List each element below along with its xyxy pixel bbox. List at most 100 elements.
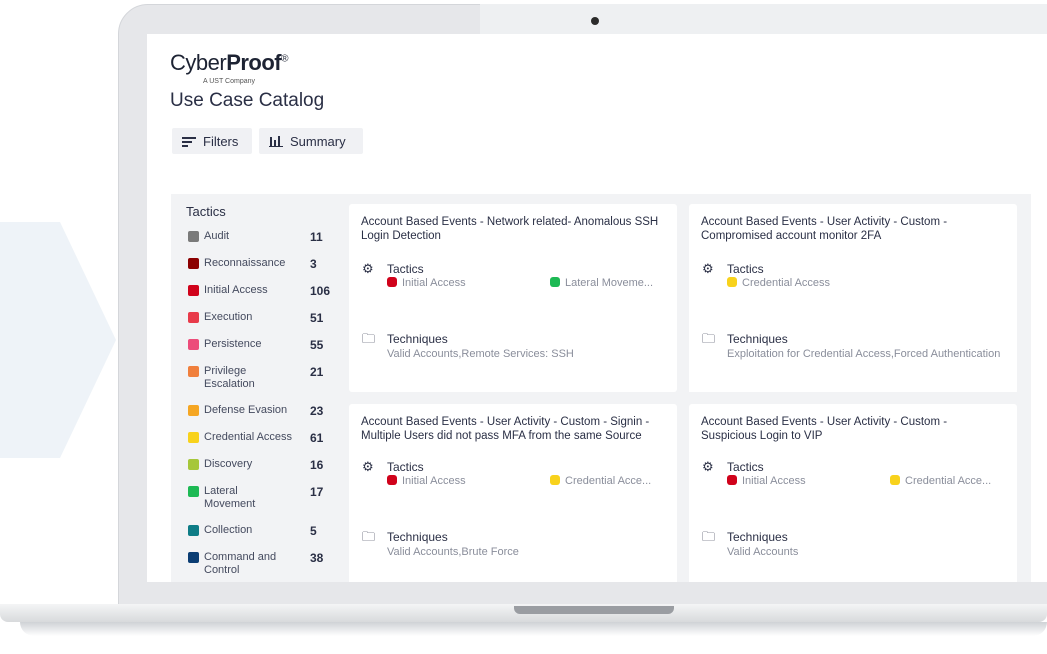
card-techniques-text: Exploitation for Credential Access,Force…	[727, 348, 1001, 360]
tactic-color-swatch	[188, 525, 199, 536]
use-case-card[interactable]: Account Based Events - User Activity - C…	[689, 404, 1017, 582]
tactic-tag: Initial Access	[727, 475, 806, 487]
tactic-label: Initial Access	[204, 284, 268, 296]
camera-icon	[591, 17, 599, 25]
use-case-card[interactable]: Account Based Events - User Activity - C…	[689, 204, 1017, 392]
use-case-card[interactable]: Account Based Events - User Activity - C…	[349, 404, 677, 582]
card-techniques-heading: Techniques	[387, 530, 448, 544]
tactic-label: Execution	[204, 311, 253, 323]
card-title: Account Based Events - User Activity - C…	[361, 416, 650, 442]
gear-icon: ⚙	[362, 459, 374, 474]
background-shape	[0, 222, 61, 458]
gear-icon: ⚙	[702, 459, 714, 474]
tactic-count: 3	[310, 257, 317, 271]
card-fade	[689, 378, 1017, 392]
tactic-label: Persistence	[204, 338, 262, 350]
card-techniques-text: Valid Accounts,Remote Services: SSH	[387, 348, 574, 360]
tag-color-dot	[550, 475, 560, 485]
tactic-color-swatch	[188, 486, 199, 497]
bar-chart-icon	[269, 135, 283, 147]
tactic-count: 51	[310, 311, 324, 325]
tactic-color-swatch	[188, 432, 199, 443]
tactic-count: 38	[310, 551, 324, 565]
tactic-color-swatch	[188, 258, 199, 269]
tactic-label: Lateral Movement	[204, 485, 256, 510]
background-arrow-tip	[60, 222, 116, 458]
card-title: Account Based Events - User Activity - C…	[701, 216, 948, 242]
tag-label: Credential Acce...	[905, 475, 992, 487]
tactic-count: 55	[310, 338, 324, 352]
brand-subtitle: A UST Company	[203, 78, 256, 85]
gear-icon: ⚙	[702, 261, 714, 276]
tactic-count: 61	[310, 431, 324, 445]
tag-label: Initial Access	[402, 475, 466, 487]
tactic-tag: Credential Access	[727, 277, 830, 289]
card-techniques-text: Valid Accounts	[727, 546, 799, 558]
tag-color-dot	[387, 475, 397, 485]
tactic-tag: Initial Access	[387, 277, 466, 289]
tactic-count: 23	[310, 404, 324, 418]
laptop-lid-highlight	[480, 4, 1047, 34]
tactic-color-swatch	[188, 552, 199, 563]
filters-button[interactable]: Filters	[172, 128, 252, 154]
tactic-color-swatch	[188, 312, 199, 323]
tactic-label: Discovery	[204, 458, 253, 470]
use-case-card[interactable]: Account Based Events - Network related- …	[349, 204, 677, 392]
summary-button[interactable]: Summary	[259, 128, 363, 154]
tactic-count: 17	[310, 485, 324, 499]
gear-icon: ⚙	[362, 261, 374, 276]
tactic-color-swatch	[188, 285, 199, 296]
laptop-screen: CyberProof® A UST Company Use Case Catal…	[147, 34, 1047, 582]
briefcase-icon: 🗀	[702, 529, 716, 544]
tactic-tag: Credential Acce...	[550, 475, 651, 487]
tactic-label: Audit	[204, 230, 230, 242]
tactic-count: 106	[310, 284, 331, 298]
card-techniques-heading: Techniques	[727, 530, 788, 544]
tactic-label: Command and Control	[204, 551, 277, 576]
briefcase-icon: 🗀	[702, 331, 716, 346]
tag-label: Initial Access	[742, 475, 806, 487]
tactic-color-swatch	[188, 339, 199, 350]
brand-name-bold: Proof	[226, 50, 282, 75]
tactic-color-swatch	[188, 459, 199, 470]
tag-label: Lateral Moveme...	[565, 277, 654, 289]
tactic-count: 11	[310, 230, 323, 244]
tactic-tag: Lateral Moveme...	[550, 277, 653, 289]
tag-color-dot	[727, 277, 737, 287]
card-tactics-heading: Tactics	[727, 460, 764, 474]
card-title: Account Based Events - Network related- …	[361, 216, 659, 242]
tag-color-dot	[387, 277, 397, 287]
brand-mark: ®	[281, 53, 289, 65]
tactic-count: 21	[310, 365, 324, 379]
briefcase-icon: 🗀	[362, 331, 376, 346]
tactic-label: Defense Evasion	[204, 404, 288, 416]
tag-color-dot	[727, 475, 737, 485]
card-techniques-heading: Techniques	[387, 332, 448, 346]
tactic-color-swatch	[188, 366, 199, 377]
tactics-panel-title: Tactics	[186, 204, 226, 219]
tag-label: Credential Acce...	[565, 475, 652, 487]
filters-button-label: Filters	[203, 133, 239, 149]
tag-label: Initial Access	[402, 277, 466, 289]
laptop-base-shadow	[20, 622, 1047, 636]
catalog-content: Tactics Audit 11 Reconnaissance 3 Initia…	[171, 194, 1031, 582]
tactic-tag: Credential Acce...	[890, 475, 991, 487]
tactic-label: Privilege Escalation	[204, 365, 255, 390]
card-tactics-heading: Tactics	[387, 262, 424, 276]
tactic-count: 16	[310, 458, 324, 472]
card-tactics-heading: Tactics	[727, 262, 764, 276]
tactic-count: 5	[310, 524, 317, 538]
card-title: Account Based Events - User Activity - C…	[701, 416, 948, 442]
card-tactics-heading: Tactics	[387, 460, 424, 474]
tactic-label: Reconnaissance	[204, 257, 286, 269]
tag-color-dot	[890, 475, 900, 485]
tag-color-dot	[550, 277, 560, 287]
briefcase-icon: 🗀	[362, 529, 376, 544]
card-techniques-text: Valid Accounts,Brute Force	[387, 546, 519, 558]
laptop-base-notch	[514, 606, 674, 614]
tag-label: Credential Access	[742, 277, 831, 289]
tactic-color-swatch	[188, 231, 199, 242]
tactic-label: Collection	[204, 524, 253, 536]
filter-icon	[182, 136, 196, 147]
tactic-color-swatch	[188, 405, 199, 416]
